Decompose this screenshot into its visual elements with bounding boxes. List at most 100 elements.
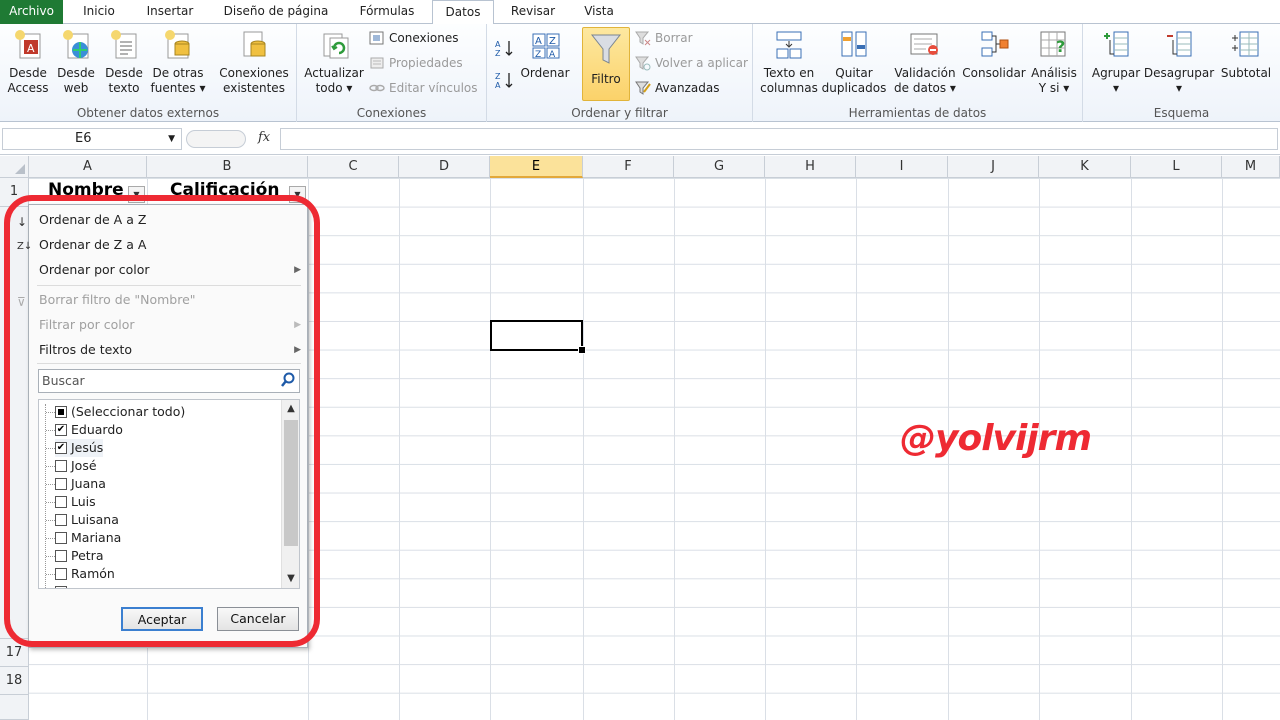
- column-header-i[interactable]: I: [856, 156, 948, 178]
- conexiones-existentes-button[interactable]: Conexiones existentes: [216, 26, 292, 96]
- name-box[interactable]: E6 ▼: [2, 128, 182, 150]
- filter-item-jose[interactable]: José: [55, 457, 97, 475]
- agrupar-button[interactable]: Agrupar ▾: [1089, 26, 1143, 96]
- row-header-17[interactable]: 17: [0, 639, 29, 667]
- tab-insertar[interactable]: Insertar: [134, 0, 206, 24]
- filter-item-jesus[interactable]: ✔ Jesús: [55, 439, 104, 457]
- active-cell-e6[interactable]: [490, 320, 586, 354]
- column-header-d[interactable]: D: [399, 156, 490, 178]
- sort-az-icon[interactable]: AZ: [495, 38, 515, 58]
- tab-formulas[interactable]: Fórmulas: [346, 0, 428, 24]
- column-header-f[interactable]: F: [583, 156, 674, 178]
- checkbox-checked[interactable]: ✔: [55, 442, 67, 454]
- propiedades-button[interactable]: Propiedades: [367, 53, 463, 73]
- fx-icon[interactable]: fx: [258, 130, 270, 145]
- formula-expand-handle[interactable]: [186, 130, 246, 148]
- ordenar-button[interactable]: AZZA Ordenar: [519, 26, 571, 81]
- chevron-up-icon[interactable]: ▲: [282, 400, 299, 418]
- aceptar-button[interactable]: Aceptar: [121, 607, 203, 631]
- tab-diseno-pagina[interactable]: Diseño de página: [210, 0, 342, 24]
- column-header-l[interactable]: L: [1131, 156, 1222, 178]
- checkbox-unchecked[interactable]: [55, 496, 67, 508]
- validacion-datos-button[interactable]: Validación de datos ▾: [891, 26, 959, 96]
- filter-item-select-all[interactable]: (Seleccionar todo): [55, 403, 185, 421]
- filter-by-color-item[interactable]: Filtrar por color ▶: [39, 314, 301, 336]
- filter-item-luis[interactable]: Luis: [55, 493, 96, 511]
- sort-za-icon[interactable]: ZA: [495, 70, 515, 90]
- cell-a1[interactable]: Nombre: [48, 180, 128, 200]
- column-header-m[interactable]: M: [1222, 156, 1280, 178]
- tab-vista[interactable]: Vista: [572, 0, 626, 24]
- actualizar-todo-button[interactable]: Actualizar todo ▾: [303, 26, 365, 96]
- checkbox-unchecked[interactable]: [55, 550, 67, 562]
- filter-item-luisana[interactable]: Luisana: [55, 511, 119, 529]
- avanzadas-label: Avanzadas: [655, 81, 720, 95]
- cancelar-button[interactable]: Cancelar: [217, 607, 299, 631]
- sort-a-z-item[interactable]: ↓ Ordenar de A a Z: [17, 209, 146, 231]
- column-header-h[interactable]: H: [765, 156, 856, 178]
- tab-revisar[interactable]: Revisar: [498, 0, 568, 24]
- editar-vinculos-button[interactable]: Editar vínculos: [367, 78, 478, 98]
- row-header-1[interactable]: 1: [0, 178, 29, 207]
- filter-search-input[interactable]: Buscar: [38, 369, 300, 393]
- desde-access-button[interactable]: A Desde Access: [4, 26, 52, 96]
- chevron-down-icon[interactable]: ▼: [168, 129, 175, 149]
- sort-by-color-item[interactable]: Ordenar por color ▶: [39, 259, 301, 281]
- column-header-b[interactable]: B: [147, 156, 308, 178]
- checkbox-unchecked[interactable]: [55, 460, 67, 472]
- conexiones-button[interactable]: Conexiones: [367, 28, 459, 48]
- checkbox-unchecked[interactable]: [55, 514, 67, 526]
- tab-datos[interactable]: Datos: [432, 0, 494, 25]
- row-header-19[interactable]: [0, 695, 29, 720]
- search-icon[interactable]: [280, 372, 296, 388]
- analisis-y-si-button[interactable]: ? Análisis Y si ▾: [1029, 26, 1079, 96]
- cell-b1[interactable]: Calificación: [170, 180, 288, 200]
- filter-item-eduardo[interactable]: ✔ Eduardo: [55, 421, 123, 439]
- column-header-j[interactable]: J: [948, 156, 1039, 178]
- filter-item-ramon[interactable]: Ramón: [55, 565, 115, 583]
- filtro-button[interactable]: Filtro: [582, 27, 630, 101]
- row-header-18[interactable]: 18: [0, 667, 29, 695]
- ungroup-icon: [1163, 28, 1195, 60]
- refresh-icon: [318, 28, 350, 60]
- clear-filter-item[interactable]: ⊽ Borrar filtro de "Nombre": [17, 289, 196, 311]
- scrollbar-thumb[interactable]: [284, 420, 298, 546]
- filter-item-petra[interactable]: Petra: [55, 547, 103, 565]
- list-scrollbar[interactable]: ▲ ▼: [281, 400, 299, 588]
- desde-texto-button[interactable]: Desde texto: [100, 26, 148, 96]
- subtotal-button[interactable]: Subtotal: [1217, 26, 1275, 81]
- checkbox-checked[interactable]: ✔: [55, 424, 67, 436]
- volver-aplicar-button[interactable]: Volver a aplicar: [633, 53, 748, 73]
- borrar-button[interactable]: Borrar: [633, 28, 693, 48]
- filter-values-list[interactable]: (Seleccionar todo) ✔ Eduardo ✔ Jesús Jos…: [38, 399, 300, 589]
- column-header-k[interactable]: K: [1039, 156, 1131, 178]
- checkbox-unchecked[interactable]: [55, 568, 67, 580]
- checkbox-unchecked[interactable]: [55, 478, 67, 490]
- tab-inicio[interactable]: Inicio: [68, 0, 130, 24]
- otras-fuentes-button[interactable]: De otras fuentes ▾: [148, 26, 208, 96]
- checkbox-unchecked[interactable]: [55, 586, 67, 588]
- filter-item-partial-next[interactable]: [55, 583, 71, 588]
- desagrupar-button[interactable]: Desagrupar ▾: [1143, 26, 1215, 96]
- quitar-duplicados-button[interactable]: Quitar duplicados: [821, 26, 887, 96]
- column-header-g[interactable]: G: [674, 156, 765, 178]
- tab-archivo[interactable]: Archivo: [0, 0, 63, 24]
- checkbox-partial[interactable]: [55, 406, 67, 418]
- filter-dropdown-a-icon[interactable]: ▼: [128, 186, 145, 203]
- checkbox-unchecked[interactable]: [55, 532, 67, 544]
- column-header-e[interactable]: E: [490, 156, 583, 178]
- formula-input[interactable]: [280, 128, 1278, 150]
- filter-dropdown-b-icon[interactable]: ▼: [289, 186, 306, 203]
- consolidar-button[interactable]: Consolidar: [961, 26, 1027, 81]
- sort-z-a-item[interactable]: Z↓ Ordenar de Z a A: [17, 234, 146, 256]
- avanzadas-button[interactable]: Avanzadas: [633, 78, 719, 98]
- column-header-a[interactable]: A: [29, 156, 147, 178]
- chevron-down-icon[interactable]: ▼: [282, 570, 299, 588]
- column-header-c[interactable]: C: [308, 156, 399, 178]
- texto-en-columnas-button[interactable]: Texto en columnas: [759, 26, 819, 96]
- filter-item-juana[interactable]: Juana: [55, 475, 106, 493]
- desde-web-button[interactable]: Desde web: [52, 26, 100, 96]
- select-all-corner[interactable]: [0, 156, 29, 178]
- filter-item-mariana[interactable]: Mariana: [55, 529, 121, 547]
- text-filters-item[interactable]: Filtros de texto ▶: [39, 339, 301, 361]
